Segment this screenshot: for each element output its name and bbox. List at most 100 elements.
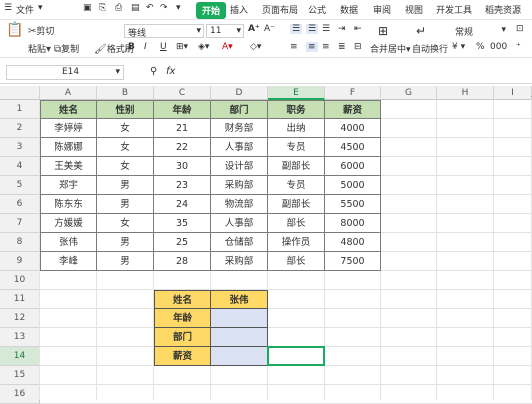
wrap-text-button[interactable]: 自动换行 <box>412 42 448 55</box>
cut-button[interactable]: ✂剪切 <box>28 24 54 38</box>
hamburger-icon[interactable]: ☰ <box>4 3 12 13</box>
row-header-12[interactable]: 12 <box>0 309 40 328</box>
italic-button[interactable]: I <box>144 42 147 52</box>
align-center-icon[interactable]: ≡ <box>306 42 318 52</box>
table-data-cell[interactable]: 5500 <box>325 195 381 214</box>
menu-review[interactable]: 审阅 <box>373 3 391 16</box>
table-data-cell[interactable]: 副部长 <box>268 195 325 214</box>
table-data-cell[interactable]: 部长 <box>268 252 325 271</box>
type-convert-icon[interactable]: ⊡ <box>516 24 524 34</box>
menu-insert[interactable]: 插入 <box>230 3 248 16</box>
table-data-cell[interactable]: 女 <box>97 214 154 233</box>
table-data-cell[interactable]: 李婷婷 <box>40 119 97 138</box>
save-icon[interactable]: ▣ <box>83 3 92 13</box>
table-data-cell[interactable]: 女 <box>97 119 154 138</box>
wrap-icon[interactable]: ↵ <box>416 24 426 38</box>
file-dropdown-icon[interactable]: ▾ <box>38 3 43 13</box>
menu-resources[interactable]: 稻壳资源 <box>485 3 521 16</box>
table-data-cell[interactable]: 方媛媛 <box>40 214 97 233</box>
table-data-cell[interactable]: 男 <box>97 176 154 195</box>
table-data-cell[interactable]: 人事部 <box>211 214 268 233</box>
table-header-cell[interactable]: 职务 <box>268 100 325 119</box>
table-data-cell[interactable]: 男 <box>97 233 154 252</box>
table-data-cell[interactable]: 7500 <box>325 252 381 271</box>
decrease-font-icon[interactable]: A⁻ <box>264 24 275 34</box>
column-header-B[interactable]: B <box>97 86 154 100</box>
align-left-icon[interactable]: ≡ <box>290 42 298 52</box>
font-name-select[interactable]: 等线 ▾ <box>124 24 204 39</box>
row-header-16[interactable]: 16 <box>0 385 40 404</box>
table-header-cell[interactable]: 年龄 <box>154 100 211 119</box>
table-data-cell[interactable]: 设计部 <box>211 157 268 176</box>
table-data-cell[interactable]: 23 <box>154 176 211 195</box>
lookup-input-cell[interactable] <box>211 309 268 328</box>
paste-button[interactable]: 粘贴▾ <box>28 42 51 56</box>
select-all-corner[interactable] <box>0 86 40 100</box>
align-right-icon[interactable]: ≡ <box>322 42 330 52</box>
row-header-7[interactable]: 7 <box>0 214 40 233</box>
menu-file[interactable]: 文件 <box>16 3 34 16</box>
column-header-D[interactable]: D <box>211 86 268 100</box>
paste-icon[interactable]: 📋 <box>6 22 23 38</box>
distribute-icon[interactable]: ⊟ <box>354 42 362 52</box>
table-data-cell[interactable]: 22 <box>154 138 211 157</box>
table-header-cell[interactable]: 姓名 <box>40 100 97 119</box>
lookup-input-cell[interactable] <box>211 328 268 347</box>
table-header-cell[interactable]: 部门 <box>211 100 268 119</box>
menu-data[interactable]: 数据 <box>340 3 358 16</box>
table-data-cell[interactable]: 35 <box>154 214 211 233</box>
lookup-input-cell[interactable] <box>211 347 268 366</box>
table-data-cell[interactable]: 张伟 <box>40 233 97 252</box>
fill-color-icon[interactable]: ◈▾ <box>198 42 209 52</box>
table-data-cell[interactable]: 人事部 <box>211 138 268 157</box>
table-data-cell[interactable]: 专员 <box>268 138 325 157</box>
table-data-cell[interactable]: 男 <box>97 195 154 214</box>
lookup-name-label[interactable]: 姓名 <box>154 290 211 309</box>
menu-formulas[interactable]: 公式 <box>308 3 326 16</box>
font-size-select[interactable]: 11 ▾ <box>206 24 244 38</box>
column-header-I[interactable]: I <box>494 86 532 100</box>
table-data-cell[interactable]: 28 <box>154 252 211 271</box>
row-header-5[interactable]: 5 <box>0 176 40 195</box>
print-preview-icon[interactable]: ▤ <box>131 3 140 13</box>
table-data-cell[interactable]: 操作员 <box>268 233 325 252</box>
merge-icon[interactable]: ⊞ <box>378 24 388 38</box>
table-data-cell[interactable]: 仓储部 <box>211 233 268 252</box>
lookup-name-value[interactable]: 张伟 <box>211 290 268 309</box>
table-data-cell[interactable]: 4000 <box>325 119 381 138</box>
table-data-cell[interactable]: 物流部 <box>211 195 268 214</box>
table-data-cell[interactable]: 30 <box>154 157 211 176</box>
row-header-9[interactable]: 9 <box>0 252 40 271</box>
align-top-icon[interactable]: ☰ <box>290 24 303 34</box>
table-data-cell[interactable]: 21 <box>154 119 211 138</box>
lookup-dept-label[interactable]: 部门 <box>154 328 211 347</box>
percent-icon[interactable]: % <box>476 42 485 52</box>
zoom-search-icon[interactable]: ⚲ <box>150 66 157 77</box>
table-data-cell[interactable]: 4800 <box>325 233 381 252</box>
row-header-13[interactable]: 13 <box>0 328 40 347</box>
table-data-cell[interactable]: 专员 <box>268 176 325 195</box>
indent-icon[interactable]: ⇥ <box>338 24 346 34</box>
table-header-cell[interactable]: 薪资 <box>325 100 381 119</box>
menu-start[interactable]: 开始 <box>196 2 227 19</box>
table-data-cell[interactable]: 6000 <box>325 157 381 176</box>
border-icon[interactable]: ⊞▾ <box>176 42 188 52</box>
row-header-10[interactable]: 10 <box>0 271 40 290</box>
font-color-icon[interactable]: A▾ <box>222 42 233 52</box>
table-data-cell[interactable]: 王美美 <box>40 157 97 176</box>
row-header-2[interactable]: 2 <box>0 119 40 138</box>
table-data-cell[interactable]: 24 <box>154 195 211 214</box>
column-header-E[interactable]: E <box>268 86 325 100</box>
row-header-15[interactable]: 15 <box>0 366 40 385</box>
table-data-cell[interactable]: 郑宇 <box>40 176 97 195</box>
selected-cell-e14[interactable] <box>267 346 325 366</box>
table-data-cell[interactable]: 陈娜娜 <box>40 138 97 157</box>
more-dropdown-icon[interactable]: ▾ <box>176 3 181 13</box>
table-data-cell[interactable]: 采购部 <box>211 252 268 271</box>
table-data-cell[interactable]: 出纳 <box>268 119 325 138</box>
table-data-cell[interactable]: 男 <box>97 252 154 271</box>
table-data-cell[interactable]: 8000 <box>325 214 381 233</box>
copy-button[interactable]: ⧉复制 <box>54 42 79 56</box>
more-icon[interactable]: ⁺ <box>516 42 521 52</box>
export-icon[interactable]: ⎘ <box>99 3 106 13</box>
